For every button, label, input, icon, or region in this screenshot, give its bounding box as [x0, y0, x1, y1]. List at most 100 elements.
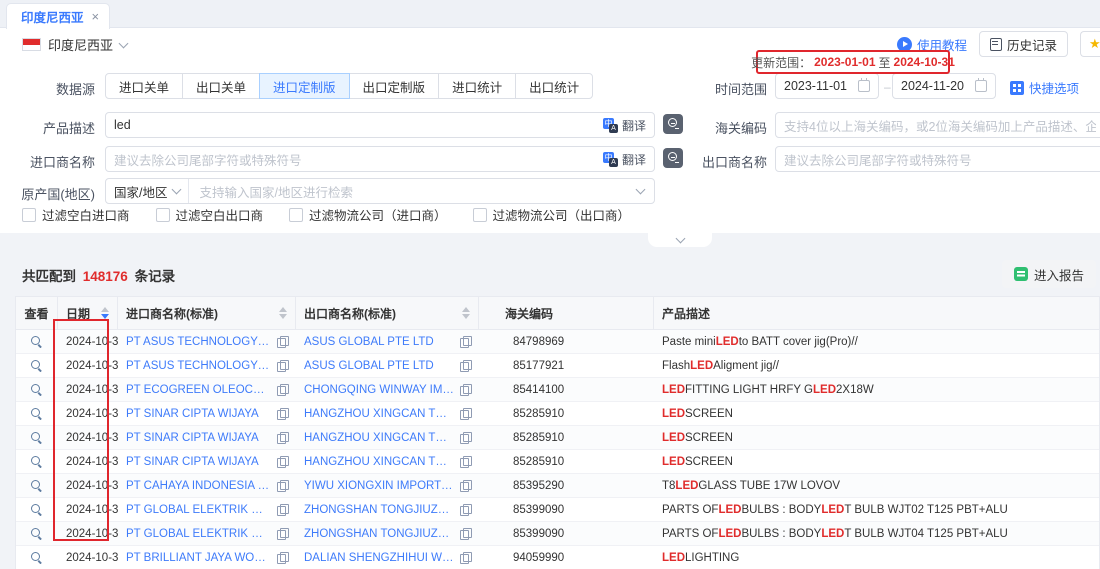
column-header-exporter[interactable]: 出口商名称(标准): [296, 297, 479, 329]
copy-icon[interactable]: [277, 408, 288, 420]
checkbox-icon[interactable]: [473, 208, 487, 222]
magnifier-icon[interactable]: [31, 504, 43, 516]
collapse-form-handle[interactable]: [648, 233, 712, 247]
report-icon: [1014, 267, 1028, 281]
importer-link[interactable]: PT ASUS TECHNOLOGY INDONESIA BA...: [126, 360, 271, 372]
sort-icon-importer[interactable]: [273, 307, 287, 319]
magnifier-icon[interactable]: [31, 432, 43, 444]
importer-link[interactable]: PT SINAR CIPTA WIJAYA: [126, 456, 271, 468]
sort-icon-date[interactable]: [95, 307, 109, 319]
time-start-input[interactable]: 2023-11-01: [775, 73, 879, 99]
view-cell: [16, 552, 58, 564]
filter-checkbox-2[interactable]: 过滤物流公司（进口商）: [289, 205, 447, 224]
exporter-link[interactable]: ASUS GLOBAL PTE LTD: [304, 336, 454, 348]
magnifier-icon[interactable]: [31, 456, 43, 468]
history-button[interactable]: 历史记录: [979, 31, 1068, 57]
exporter-link[interactable]: HANGZHOU XINGCAN TRADING CO LTD: [304, 456, 454, 468]
importer-input[interactable]: 建议去除公司尾部字符或特殊符号 中A 翻译: [105, 146, 655, 172]
importer-link[interactable]: PT GLOBAL ELEKTRIK NASIONAL: [126, 504, 271, 516]
tab-close-icon[interactable]: ×: [92, 9, 100, 24]
country-selector[interactable]: 印度尼西亚: [22, 35, 127, 54]
magnifier-icon[interactable]: [31, 552, 43, 564]
translate-button[interactable]: 中A 翻译: [603, 117, 646, 134]
copy-icon[interactable]: [277, 384, 288, 396]
copy-icon[interactable]: [277, 552, 288, 564]
filter-checkbox-0[interactable]: 过滤空白进口商: [22, 205, 130, 224]
datasource-tab-4[interactable]: 进口统计: [438, 73, 516, 99]
exact-match-icon[interactable]: [663, 114, 683, 134]
datasource-tab-5[interactable]: 出口统计: [515, 73, 593, 99]
copy-icon[interactable]: [460, 336, 471, 348]
browser-tab-indonesia[interactable]: 印度尼西亚 ×: [6, 3, 110, 29]
checkbox-icon[interactable]: [156, 208, 170, 222]
copy-icon[interactable]: [460, 456, 471, 468]
copy-icon[interactable]: [460, 408, 471, 420]
enter-report-button[interactable]: 进入报告: [1002, 260, 1096, 288]
copy-icon[interactable]: [460, 552, 471, 564]
origin-type-select[interactable]: 国家/地区: [106, 179, 189, 203]
copy-icon[interactable]: [277, 480, 288, 492]
copy-icon[interactable]: [460, 432, 471, 444]
copy-icon[interactable]: [277, 336, 288, 348]
copy-icon[interactable]: [277, 360, 288, 372]
product-desc-input[interactable]: led 中A 翻译: [105, 112, 655, 138]
copy-icon[interactable]: [277, 456, 288, 468]
magnifier-icon[interactable]: [31, 336, 43, 348]
exporter-input[interactable]: 建议去除公司尾部字符或特殊符号: [775, 146, 1100, 172]
magnifier-icon[interactable]: [31, 360, 43, 372]
exporter-link[interactable]: DALIAN SHENGZHIHUI WOOD INDUST...: [304, 552, 454, 564]
checkbox-icon[interactable]: [22, 208, 36, 222]
time-end-input[interactable]: 2024-11-20: [892, 73, 996, 99]
copy-icon[interactable]: [460, 528, 471, 540]
translate-button[interactable]: 中A 翻译: [603, 151, 646, 168]
filter-checkbox-1[interactable]: 过滤空白出口商: [156, 205, 264, 224]
update-range-to: 至: [879, 54, 891, 71]
favorite-button[interactable]: ★: [1080, 31, 1100, 57]
history-label: 历史记录: [1007, 35, 1057, 54]
exact-match-icon[interactable]: [663, 148, 683, 168]
table-row: 2024-10-31PT SINAR CIPTA WIJAYAHANGZHOU …: [16, 450, 1099, 474]
product-desc-cell: T8 LED GLASS TUBE 17W LOVOV: [654, 480, 1099, 492]
origin-control[interactable]: 国家/地区 支持输入国家/地区进行检索: [105, 178, 655, 204]
importer-link[interactable]: PT SINAR CIPTA WIJAYA: [126, 432, 271, 444]
copy-icon[interactable]: [277, 528, 288, 540]
datasource-tab-1[interactable]: 出口关单: [182, 73, 260, 99]
importer-link[interactable]: PT GLOBAL ELEKTRIK NASIONAL: [126, 528, 271, 540]
magnifier-icon[interactable]: [31, 528, 43, 540]
magnifier-icon[interactable]: [31, 384, 43, 396]
search-form: 数据源 进口关单出口关单进口定制版出口定制版进口统计出口统计 时间范围 2023…: [0, 62, 1100, 233]
copy-icon[interactable]: [277, 504, 288, 516]
datasource-tab-2[interactable]: 进口定制版: [259, 73, 350, 99]
column-header-importer[interactable]: 进口商名称(标准): [118, 297, 296, 329]
sort-icon-exporter[interactable]: [456, 307, 470, 319]
exporter-cell: ASUS GLOBAL PTE LTD: [296, 336, 479, 348]
hs-code-input[interactable]: 支持4位以上海关编码，或2位海关编码加上产品描述、企业名称的任意信息: [775, 112, 1100, 138]
datasource-tab-3[interactable]: 出口定制版: [349, 73, 440, 99]
exporter-link[interactable]: ZHONGSHAN TONGJIUZHOU INTERNA...: [304, 528, 454, 540]
update-range-label: 更新范围：: [751, 54, 811, 71]
importer-link[interactable]: PT ECOGREEN OLEOCHEMICALS: [126, 384, 271, 396]
importer-cell: PT GLOBAL ELEKTRIK NASIONAL: [118, 504, 296, 516]
column-header-date[interactable]: 日期: [58, 297, 118, 329]
exporter-link[interactable]: HANGZHOU XINGCAN TRADING CO LTD: [304, 432, 454, 444]
copy-icon[interactable]: [460, 360, 471, 372]
importer-link[interactable]: PT CAHAYA INDONESIA KARGO: [126, 480, 271, 492]
exporter-link[interactable]: HANGZHOU XINGCAN TRADING CO LTD: [304, 408, 454, 420]
exporter-link[interactable]: CHONGQING WINWAY IMPORT AND E...: [304, 384, 454, 396]
importer-link[interactable]: PT SINAR CIPTA WIJAYA: [126, 408, 271, 420]
datasource-tab-0[interactable]: 进口关单: [105, 73, 183, 99]
magnifier-icon[interactable]: [31, 480, 43, 492]
importer-link[interactable]: PT ASUS TECHNOLOGY INDONESIA BA...: [126, 336, 271, 348]
checkbox-icon[interactable]: [289, 208, 303, 222]
filter-checkbox-3[interactable]: 过滤物流公司（出口商）: [473, 205, 631, 224]
copy-icon[interactable]: [460, 384, 471, 396]
importer-link[interactable]: PT BRILLIANT JAYA WOOD INDUSTRY: [126, 552, 271, 564]
copy-icon[interactable]: [460, 480, 471, 492]
quick-options-link[interactable]: 快捷选项: [1010, 78, 1079, 97]
magnifier-icon[interactable]: [31, 408, 43, 420]
exporter-link[interactable]: ZHONGSHAN TONGJIUZHOU INTERNA...: [304, 504, 454, 516]
exporter-link[interactable]: ASUS GLOBAL PTE LTD: [304, 360, 454, 372]
exporter-link[interactable]: YIWU XIONGXIN IMPORT AND EXPORT...: [304, 480, 454, 492]
copy-icon[interactable]: [460, 504, 471, 516]
copy-icon[interactable]: [277, 432, 288, 444]
